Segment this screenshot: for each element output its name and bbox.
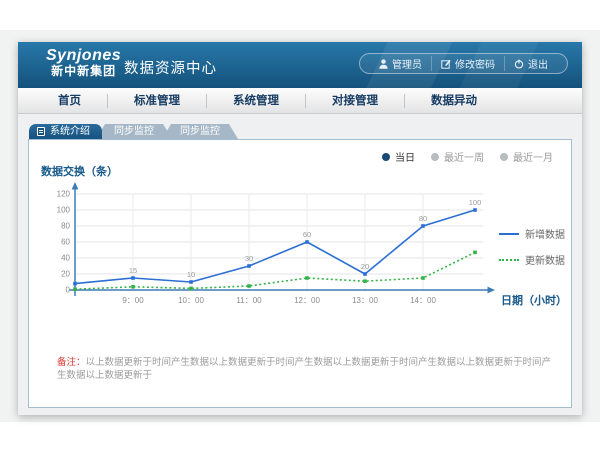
power-icon: [514, 59, 524, 69]
nav-item-home[interactable]: 首页: [32, 94, 107, 108]
content-area: 系统介绍 同步监控 同步监控 当日 最近一周: [18, 114, 582, 415]
chart-data-point: [305, 240, 309, 244]
tab-label: 系统介绍: [50, 124, 90, 139]
chart-data-point: [189, 287, 193, 291]
main-nav: 首页 标准管理 系统管理 对接管理 数据异动: [18, 88, 582, 114]
chart-container: 0 20 40 60 80 100 120 9：00 10：00 11：00 12：00 13：00 1…: [33, 180, 503, 340]
chart-data-point: [247, 264, 251, 268]
chart-data-point: [473, 208, 477, 212]
edit-icon: [441, 59, 451, 69]
data-point-label: 100: [469, 198, 482, 207]
data-point-label: 80: [419, 214, 427, 223]
chart-data-point: [363, 272, 367, 276]
y-axis-title: 数据交换（条）: [41, 163, 118, 179]
footnote: 备注：以上数据更新于时间产生数据以上数据更新于时间产生数据以上数据更新于时间产生…: [57, 356, 555, 383]
tab-bar: 系统介绍 同步监控 同步监控: [29, 124, 238, 139]
x-axis-arrow-icon: [488, 287, 496, 294]
user-icon: [379, 59, 388, 69]
page-title: 数据资源中心: [124, 57, 217, 78]
chart-data-point: [421, 276, 425, 280]
y-tick-label: 40: [61, 254, 70, 263]
data-point-label: 10: [187, 270, 195, 279]
chart-legend: 新增数据 更新数据: [499, 226, 565, 267]
x-tick-label: 9：00: [122, 296, 144, 305]
radio-unselected-icon: [431, 153, 439, 161]
document-icon: [37, 127, 45, 136]
radio-label: 最近一周: [444, 149, 484, 164]
data-point-label: 20: [361, 262, 369, 271]
nav-item-system-mgmt[interactable]: 系统管理: [206, 94, 305, 108]
y-tick-label: 0: [66, 286, 71, 295]
radio-selected-icon: [382, 153, 390, 161]
app-window: Synjones 新中新集团 数据资源中心 管理员 修改密: [18, 42, 582, 415]
radio-last-week[interactable]: 最近一周: [431, 149, 484, 164]
app-header: Synjones 新中新集团 数据资源中心 管理员 修改密: [18, 42, 582, 88]
y-axis-arrow-icon: [72, 182, 79, 190]
dotted-line-swatch: [499, 259, 519, 261]
current-user-label: 管理员: [392, 56, 422, 71]
chart-data-point: [73, 287, 77, 291]
logout-button[interactable]: 退出: [504, 56, 557, 71]
change-password-button[interactable]: 修改密码: [431, 56, 504, 71]
chart-data-point: [189, 280, 193, 284]
time-range-filter: 当日 最近一周 最近一月: [382, 149, 553, 164]
y-tick-label: 100: [57, 206, 71, 215]
chart-data-point: [363, 279, 367, 283]
solid-line-swatch: [499, 233, 519, 235]
radio-last-month[interactable]: 最近一月: [500, 149, 553, 164]
tab-sync-monitor-1[interactable]: 同步监控: [96, 124, 172, 139]
x-tick-label: 14：00: [410, 296, 436, 305]
nav-item-docking-mgmt[interactable]: 对接管理: [305, 94, 404, 108]
chart-data-point: [131, 285, 135, 289]
chart-panel: 当日 最近一周 最近一月 数据交换（条） 0 20 40 60 80 100 120 9：00…: [28, 139, 572, 408]
line-chart: 0 20 40 60 80 100 120 9：00 10：00 11：00 12：00 13：00 1…: [33, 180, 503, 335]
legend-item-new-data[interactable]: 新增数据: [499, 226, 565, 241]
radio-label: 最近一月: [513, 149, 553, 164]
tab-system-intro[interactable]: 系统介绍: [29, 124, 102, 139]
data-point-label: 15: [129, 266, 137, 275]
radio-unselected-icon: [500, 153, 508, 161]
company-logo: Synjones 新中新集团: [46, 47, 121, 78]
y-tick-label: 20: [61, 270, 70, 279]
chart-data-point: [131, 276, 135, 280]
x-tick-label: 12：00: [294, 296, 320, 305]
chart-data-point: [421, 224, 425, 228]
chart-data-point: [305, 276, 309, 280]
legend-label: 更新数据: [525, 252, 565, 267]
nav-item-data-change[interactable]: 数据异动: [404, 94, 503, 108]
chart-data-point: [473, 251, 477, 255]
nav-item-standard-mgmt[interactable]: 标准管理: [107, 94, 206, 108]
tab-label: 同步监控: [114, 126, 154, 137]
data-point-label: 30: [245, 254, 253, 263]
logo-brand-text: Synjones: [46, 47, 121, 65]
x-tick-label: 10：00: [178, 296, 204, 305]
footnote-label: 备注：: [57, 357, 86, 368]
radio-today[interactable]: 当日: [382, 149, 415, 164]
data-point-label: 60: [303, 230, 311, 239]
x-axis-title: 日期（小时）: [501, 292, 567, 308]
y-tick-label: 60: [61, 238, 70, 247]
user-toolbar: 管理员 修改密码 退出: [359, 53, 568, 74]
page: Synjones 新中新集团 数据资源中心 管理员 修改密: [0, 0, 600, 450]
current-user-button[interactable]: 管理员: [370, 56, 431, 71]
logout-label: 退出: [528, 56, 548, 71]
y-tick-label: 120: [57, 190, 71, 199]
chart-data-point: [247, 284, 251, 288]
x-tick-label: 11：00: [236, 296, 262, 305]
tab-label: 同步监控: [180, 126, 220, 137]
legend-item-updated-data[interactable]: 更新数据: [499, 252, 565, 267]
footnote-text: 以上数据更新于时间产生数据以上数据更新于时间产生数据以上数据更新于时间产生数据以…: [57, 357, 551, 381]
y-tick-label: 80: [61, 222, 70, 231]
radio-label: 当日: [395, 149, 415, 164]
legend-label: 新增数据: [525, 226, 565, 241]
logo-company-name: 新中新集团: [46, 65, 121, 78]
change-password-label: 修改密码: [455, 56, 495, 71]
chart-data-point: [73, 282, 77, 286]
x-tick-label: 13：00: [352, 296, 378, 305]
tab-sync-monitor-2[interactable]: 同步监控: [162, 124, 238, 139]
